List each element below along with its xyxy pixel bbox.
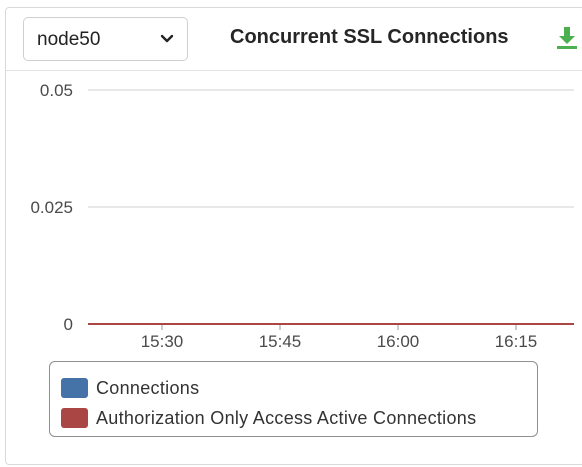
x-tick-label: 15:45 bbox=[259, 332, 302, 351]
y-tick-label: 0.05 bbox=[40, 81, 73, 100]
y-tick-label: 0 bbox=[64, 315, 73, 334]
y-tick-label: 0.025 bbox=[30, 198, 73, 217]
x-tick-label: 16:15 bbox=[495, 332, 538, 351]
legend-swatch bbox=[61, 378, 88, 398]
x-tick-label: 16:00 bbox=[377, 332, 420, 351]
chart-legend: Connections Authorization Only Access Ac… bbox=[49, 361, 538, 437]
legend-label: Authorization Only Access Active Connect… bbox=[96, 407, 477, 428]
legend-item-connections[interactable]: Connections bbox=[61, 376, 199, 400]
x-tick-label: 15:30 bbox=[141, 332, 184, 351]
legend-item-authorization[interactable]: Authorization Only Access Active Connect… bbox=[61, 406, 476, 430]
legend-swatch bbox=[61, 408, 88, 428]
legend-label: Connections bbox=[96, 377, 200, 398]
